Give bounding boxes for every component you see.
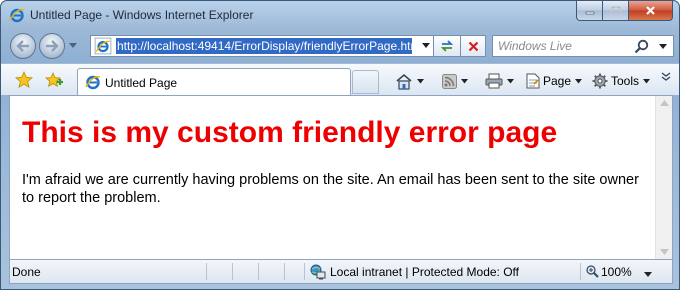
refresh-icon <box>440 40 454 52</box>
favorites-star-icon[interactable] <box>15 71 33 89</box>
status-divider <box>580 263 581 280</box>
caption-buttons <box>576 1 673 21</box>
page-content: This is my custom friendly error page I'… <box>9 95 673 260</box>
tools-gear-icon <box>592 73 608 89</box>
forward-button[interactable] <box>39 33 65 59</box>
tools-menu-label: Tools <box>611 74 640 88</box>
tab-label: Untitled Page <box>105 76 178 90</box>
minimize-button[interactable] <box>576 1 603 21</box>
address-url[interactable]: http://localhost:49414/ErrorDisplay/frie… <box>116 38 412 54</box>
feeds-icon <box>442 73 457 89</box>
status-divider <box>258 263 259 280</box>
intranet-zone-icon[interactable] <box>310 264 326 280</box>
stop-button[interactable] <box>461 35 486 57</box>
home-button[interactable] <box>395 70 424 92</box>
feeds-button[interactable] <box>442 70 468 92</box>
status-bar: Done Local intranet | Protected Mode: Of… <box>9 260 673 284</box>
stop-icon <box>468 41 478 51</box>
window-title: Untitled Page - Windows Internet Explore… <box>30 8 254 22</box>
address-dropdown-icon[interactable] <box>422 43 430 49</box>
navigation-bar: http://localhost:49414/ErrorDisplay/frie… <box>1 29 679 63</box>
zoom-level[interactable]: 100% <box>601 265 632 279</box>
page-icon <box>526 73 540 89</box>
close-button[interactable] <box>629 1 673 21</box>
search-dropdown-icon[interactable] <box>659 44 667 50</box>
print-button[interactable] <box>485 70 514 92</box>
zoom-dropdown-icon[interactable] <box>644 272 652 277</box>
search-placeholder[interactable]: Windows Live <box>498 39 572 53</box>
back-button[interactable] <box>10 33 36 59</box>
tools-dropdown-icon[interactable] <box>643 78 651 84</box>
security-zone-text[interactable]: Local intranet | Protected Mode: Off <box>330 265 519 279</box>
add-favorites-icon[interactable] <box>45 71 63 89</box>
status-divider <box>304 263 305 280</box>
status-divider <box>232 263 233 280</box>
title-bar: Untitled Page - Windows Internet Explore… <box>1 1 679 29</box>
refresh-button[interactable] <box>434 35 461 57</box>
page-dropdown-icon[interactable] <box>575 78 583 84</box>
minimize-icon <box>585 11 594 14</box>
page-menu-label: Page <box>543 74 572 88</box>
print-icon <box>485 73 503 89</box>
recent-pages-dropdown-icon[interactable] <box>69 43 77 49</box>
home-dropdown-icon[interactable] <box>417 78 424 84</box>
maximize-button[interactable] <box>603 1 629 21</box>
tools-menu-button[interactable]: Tools <box>592 70 651 92</box>
home-icon <box>396 73 412 90</box>
ie-logo-icon <box>85 75 101 90</box>
ie-logo-icon <box>9 8 25 23</box>
search-box[interactable]: Windows Live <box>492 35 674 57</box>
status-text: Done <box>12 265 41 279</box>
ie-page-icon <box>94 37 112 55</box>
print-dropdown-icon[interactable] <box>507 78 514 84</box>
vertical-scrollbar[interactable] <box>655 96 672 259</box>
more-commands-chevron-icon[interactable] <box>661 72 671 82</box>
page-menu-button[interactable]: Page <box>526 70 583 92</box>
tab-untitled-page[interactable]: Untitled Page <box>77 68 351 96</box>
error-message: I'm afraid we are currently having probl… <box>22 172 639 206</box>
zoom-icon[interactable] <box>586 265 599 278</box>
status-divider <box>206 263 207 280</box>
back-icon <box>16 40 29 52</box>
new-tab-button[interactable] <box>352 70 379 94</box>
status-divider <box>284 263 285 280</box>
scroll-up-icon[interactable] <box>660 100 669 106</box>
page-heading: This is my custom friendly error page <box>22 116 558 149</box>
scroll-down-icon[interactable] <box>660 249 669 255</box>
search-icon[interactable] <box>634 39 649 54</box>
close-icon <box>646 6 655 15</box>
address-bar[interactable]: http://localhost:49414/ErrorDisplay/frie… <box>90 35 434 57</box>
feeds-dropdown-icon[interactable] <box>461 78 468 84</box>
forward-icon <box>46 40 59 52</box>
maximize-icon <box>610 6 621 15</box>
tab-command-bar: Untitled Page Page Tools <box>1 63 679 96</box>
browser-window: Untitled Page - Windows Internet Explore… <box>0 0 680 290</box>
